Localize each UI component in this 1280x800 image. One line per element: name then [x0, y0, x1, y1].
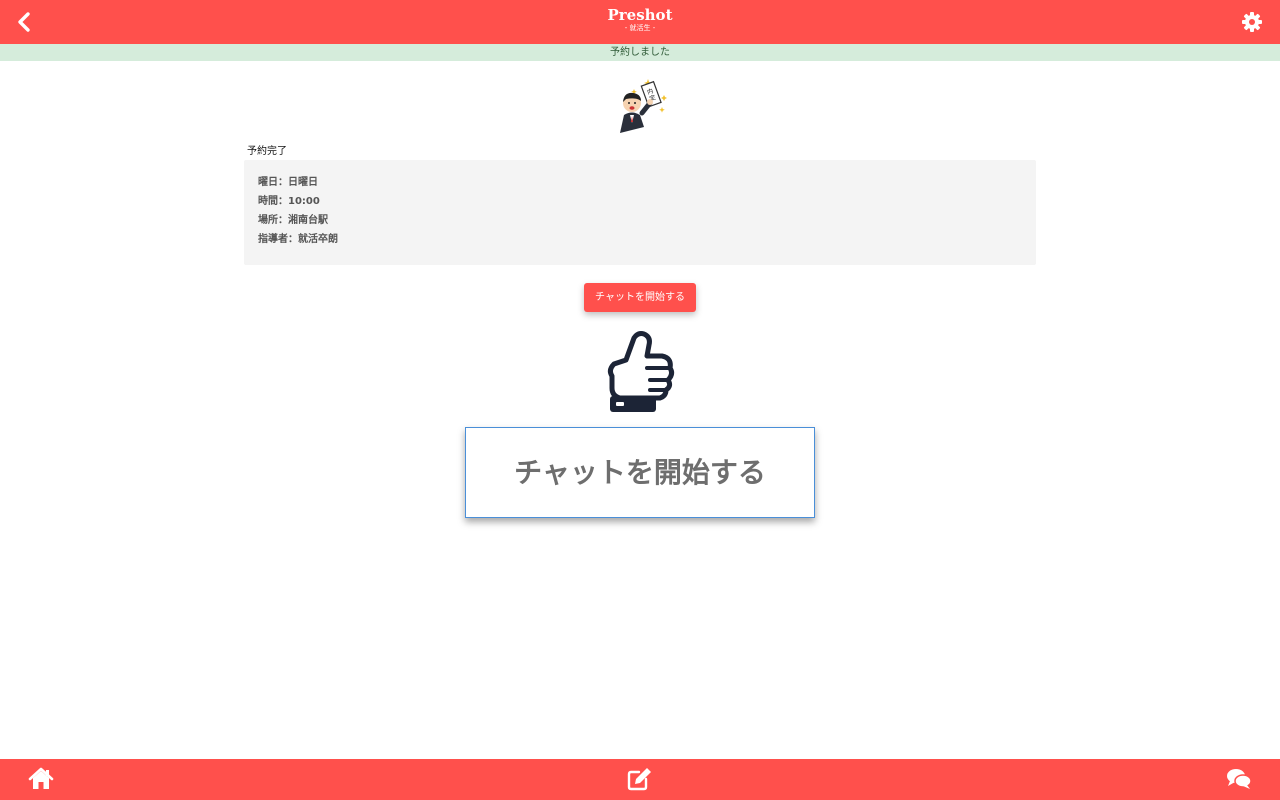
start-chat-zoom-button[interactable]: チャットを開始する: [465, 427, 815, 518]
pointing-hand-icon: [598, 330, 680, 416]
edit-button[interactable]: [627, 767, 653, 791]
bottom-nav: [0, 759, 1280, 800]
app-logo: Preshot - 就活生 -: [590, 6, 690, 33]
detail-day: 曜日：日曜日: [258, 177, 318, 188]
home-icon: [28, 767, 54, 789]
reservation-notice: 予約しました: [0, 44, 1280, 61]
detail-time: 時間：10:00: [258, 196, 320, 207]
reservation-complete-heading: 予約完了: [247, 146, 287, 157]
back-button[interactable]: [12, 10, 36, 34]
logo-subtitle: - 就活生 -: [624, 24, 656, 32]
detail-instructor: 指導者：就活卒朗: [258, 234, 338, 245]
reservation-details: 曜日：日曜日 時間：10:00 場所：湘南台駅 指導者：就活卒朗: [244, 160, 1036, 265]
detail-place: 場所：湘南台駅: [258, 215, 328, 226]
settings-button[interactable]: [1240, 10, 1264, 34]
chat-button[interactable]: [1226, 767, 1252, 791]
gear-icon: [1242, 12, 1262, 32]
app-header: Preshot - 就活生 -: [0, 0, 1280, 44]
home-button[interactable]: [28, 767, 54, 791]
edit-icon: [627, 768, 651, 791]
start-chat-button[interactable]: チャットを開始する: [584, 283, 696, 312]
job-offer-illustration: 内 定: [612, 77, 668, 135]
chevron-left-icon: [18, 12, 30, 32]
chat-icon: [1227, 769, 1252, 789]
logo-title: Preshot: [607, 6, 673, 24]
